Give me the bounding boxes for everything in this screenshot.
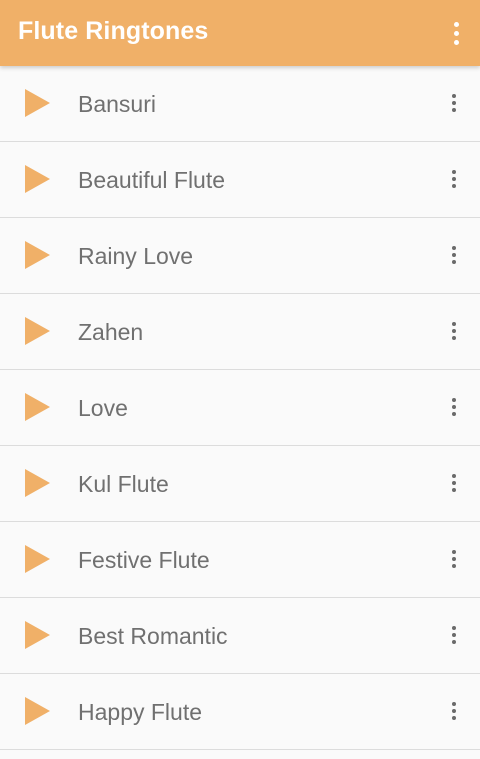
ringtone-name: Bansuri (78, 91, 156, 117)
play-icon[interactable] (25, 89, 50, 117)
play-icon[interactable] (25, 393, 50, 421)
ringtone-name: Happy Flute (78, 699, 203, 725)
play-icon[interactable] (25, 317, 50, 345)
list-item[interactable]: Best Romantic (0, 598, 480, 674)
list-item[interactable]: Kul Flute (0, 446, 480, 522)
list-item[interactable]: Beautiful Flute (0, 142, 480, 218)
more-vert-icon[interactable] (444, 164, 464, 194)
list-item[interactable]: Love (0, 370, 480, 446)
more-vert-icon[interactable] (444, 392, 464, 422)
ringtone-name: Best Romantic (78, 623, 228, 649)
more-vert-icon[interactable] (444, 88, 464, 118)
app-bar: Flute Ringtones (0, 0, 480, 66)
list-item[interactable]: Happy Flute (0, 674, 480, 750)
ringtone-name: Rainy Love (78, 243, 194, 269)
more-vert-icon[interactable] (444, 240, 464, 270)
ringtone-list: Bansuri Beautiful Flute Rainy Love Zahen… (0, 66, 480, 750)
more-vert-icon[interactable] (444, 696, 464, 726)
ringtone-name: Kul Flute (78, 471, 169, 497)
ringtone-name: Love (78, 395, 128, 421)
ringtone-name: Zahen (78, 319, 144, 345)
list-item[interactable]: Festive Flute (0, 522, 480, 598)
app-title: Flute Ringtones (18, 17, 209, 45)
list-item[interactable]: Zahen (0, 294, 480, 370)
play-icon[interactable] (25, 469, 50, 497)
more-vert-icon[interactable] (444, 544, 464, 574)
list-item[interactable]: Bansuri (0, 66, 480, 142)
more-vert-icon[interactable] (444, 468, 464, 498)
play-icon[interactable] (25, 165, 50, 193)
play-icon[interactable] (25, 621, 50, 649)
play-icon[interactable] (25, 697, 50, 725)
list-item[interactable]: Rainy Love (0, 218, 480, 294)
more-vert-icon[interactable] (444, 620, 464, 650)
play-icon[interactable] (25, 545, 50, 573)
more-vert-icon[interactable] (444, 14, 468, 52)
ringtone-name: Beautiful Flute (78, 167, 226, 193)
ringtone-name: Festive Flute (78, 547, 210, 573)
more-vert-icon[interactable] (444, 316, 464, 346)
play-icon[interactable] (25, 241, 50, 269)
